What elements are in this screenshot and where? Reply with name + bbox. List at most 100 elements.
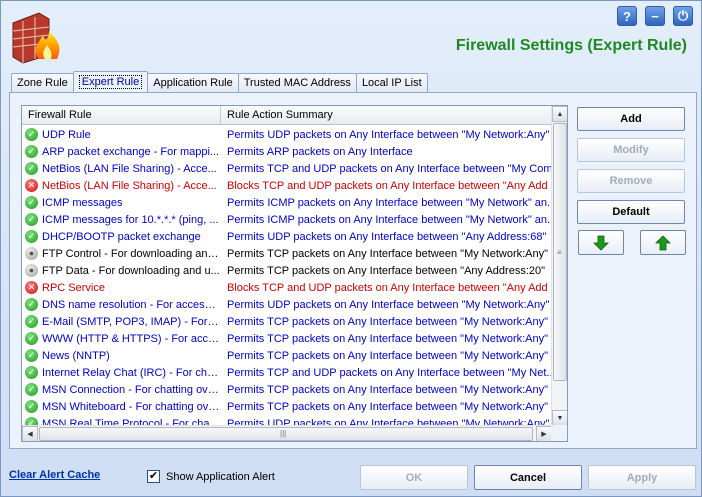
list-header: Firewall Rule Rule Action Summary bbox=[22, 106, 552, 125]
firewall-logo-icon bbox=[12, 12, 60, 64]
rule-name-cell: ✓ DHCP/BOOTP packet exchange bbox=[22, 230, 221, 243]
disabled-status-icon[interactable]: ● bbox=[25, 264, 38, 277]
table-row[interactable]: ✓ ICMP messages for 10.*.*.* (ping, ... Pe… bbox=[22, 211, 552, 228]
check-status-icon[interactable]: ✓ bbox=[25, 315, 38, 328]
table-row[interactable]: ✓ MSN Connection - For chatting ove... Per… bbox=[22, 381, 552, 398]
rule-summary-cell: Permits ICMP packets on Any Interface be… bbox=[227, 213, 552, 226]
check-status-icon[interactable]: ✓ bbox=[25, 213, 38, 226]
column-header-rule-action-summary[interactable]: Rule Action Summary bbox=[221, 106, 552, 125]
rule-name-cell: ✓ UDP Rule bbox=[22, 128, 221, 141]
column-header-firewall-rule[interactable]: Firewall Rule bbox=[22, 106, 221, 125]
table-row[interactable]: ✓ News (NNTP) Permits TCP packets on Any I… bbox=[22, 347, 552, 364]
table-row[interactable]: ✓ DHCP/BOOTP packet exchange Permits UDP p… bbox=[22, 228, 552, 245]
scroll-up-button[interactable]: ▲ bbox=[552, 106, 567, 122]
horizontal-scroll-thumb[interactable]: ||| bbox=[39, 427, 533, 441]
check-status-icon[interactable]: ✓ bbox=[25, 128, 38, 141]
add-button[interactable]: Add bbox=[577, 107, 685, 131]
clear-alert-cache-link[interactable]: Clear Alert Cache bbox=[9, 469, 100, 481]
rule-summary-cell: Blocks TCP and UDP packets on Any Interf… bbox=[227, 179, 548, 192]
rule-summary-cell: Permits TCP packets on Any Interface bet… bbox=[227, 400, 549, 413]
minimize-button[interactable]: − bbox=[645, 6, 665, 26]
rule-summary-cell: Permits TCP packets on Any Interface bet… bbox=[227, 383, 549, 396]
table-row[interactable]: ✓ DNS name resolution - For accessi... Per… bbox=[22, 296, 552, 313]
show-application-alert-option[interactable]: ✔ Show Application Alert bbox=[147, 470, 275, 483]
tab-trusted-mac-address[interactable]: Trusted MAC Address bbox=[237, 73, 357, 92]
rule-summary-cell: Permits ICMP packets on Any Interface be… bbox=[227, 196, 552, 209]
disabled-status-icon[interactable]: ● bbox=[25, 247, 38, 260]
horizontal-scrollbar[interactable]: ◀ ||| ▶ bbox=[22, 425, 552, 441]
rule-name-cell: ✓ DNS name resolution - For accessi... bbox=[22, 298, 221, 311]
check-status-icon[interactable]: ✓ bbox=[25, 332, 38, 345]
modify-button[interactable]: Modify bbox=[577, 138, 685, 162]
rule-name-cell: ✓ MSN Connection - For chatting ove... bbox=[22, 383, 221, 396]
rule-name-cell: ✓ E-Mail (SMTP, POP3, IMAP) - For se... bbox=[22, 315, 221, 328]
table-row[interactable]: ✕ NetBios (LAN File Sharing) - Acce... Blo… bbox=[22, 177, 552, 194]
help-button[interactable]: ? bbox=[617, 6, 637, 26]
apply-button[interactable]: Apply bbox=[588, 465, 696, 490]
rule-name-cell: ● FTP Control - For downloading and... bbox=[22, 247, 221, 260]
rule-rows: ✓ UDP Rule Permits UDP packets on Any Inte… bbox=[22, 126, 552, 426]
rule-summary-cell: Permits TCP and UDP packets on Any Inter… bbox=[227, 162, 552, 175]
rule-name-cell: ✓ ICMP messages bbox=[22, 196, 221, 209]
table-row[interactable]: ✓ NetBios (LAN File Sharing) - Acce... Per… bbox=[22, 160, 552, 177]
check-status-icon[interactable]: ✓ bbox=[25, 162, 38, 175]
cancel-button[interactable]: Cancel bbox=[474, 465, 582, 490]
arrow-down-icon bbox=[593, 235, 609, 251]
move-down-button[interactable] bbox=[578, 230, 624, 255]
default-button[interactable]: Default bbox=[577, 200, 685, 224]
rule-name-cell: ✓ MSN Whiteboard - For chatting ove... bbox=[22, 400, 221, 413]
table-row[interactable]: ● FTP Control - For downloading and... Per… bbox=[22, 245, 552, 262]
blocked-status-icon[interactable]: ✕ bbox=[25, 179, 38, 192]
remove-button[interactable]: Remove bbox=[577, 169, 685, 193]
table-row[interactable]: ✓ UDP Rule Permits UDP packets on Any Inte… bbox=[22, 126, 552, 143]
tab-application-rule[interactable]: Application Rule bbox=[147, 73, 239, 92]
table-row[interactable]: ✓ E-Mail (SMTP, POP3, IMAP) - For se... Pe… bbox=[22, 313, 552, 330]
table-row[interactable]: ● FTP Data - For downloading and u... Perm… bbox=[22, 262, 552, 279]
rule-summary-cell: Permits TCP packets on Any Interface bet… bbox=[227, 264, 546, 277]
tab-expert-rule[interactable]: Expert Rule bbox=[72, 71, 149, 92]
scroll-down-button[interactable]: ▼ bbox=[552, 410, 567, 426]
rule-name-cell: ✓ News (NNTP) bbox=[22, 349, 221, 362]
firewall-settings-window: Firewall Settings (Expert Rule) ? − ⏻ Zo… bbox=[0, 0, 702, 497]
table-row[interactable]: ✓ Internet Relay Chat (IRC) - For chat...… bbox=[22, 364, 552, 381]
check-status-icon[interactable]: ✓ bbox=[25, 230, 38, 243]
firewall-rule-list[interactable]: Firewall Rule Rule Action Summary ✓ UDP R… bbox=[21, 105, 568, 442]
check-status-icon[interactable]: ✓ bbox=[25, 400, 38, 413]
table-row[interactable]: ✓ ARP packet exchange - For mappi... Permi… bbox=[22, 143, 552, 160]
rule-summary-cell: Permits TCP packets on Any Interface bet… bbox=[227, 315, 549, 328]
rule-name-cell: ✓ ICMP messages for 10.*.*.* (ping, ... bbox=[22, 213, 221, 226]
help-icon: ? bbox=[623, 8, 631, 24]
table-row[interactable]: ✓ MSN Whiteboard - For chatting ove... Per… bbox=[22, 398, 552, 415]
check-status-icon[interactable]: ✓ bbox=[25, 298, 38, 311]
rule-summary-cell: Permits UDP packets on Any Interface bet… bbox=[227, 128, 550, 141]
table-row[interactable]: ✕ RPC Service Blocks TCP and UDP packets o… bbox=[22, 279, 552, 296]
move-up-button[interactable] bbox=[640, 230, 686, 255]
power-icon: ⏻ bbox=[677, 8, 689, 23]
window-title: Firewall Settings (Expert Rule) bbox=[455, 37, 687, 54]
check-status-icon[interactable]: ✓ bbox=[25, 366, 38, 379]
rule-summary-cell: Permits TCP packets on Any Interface bet… bbox=[227, 332, 549, 345]
table-row[interactable]: ✓ WWW (HTTP & HTTPS) - For acce... Permits… bbox=[22, 330, 552, 347]
header: Firewall Settings (Expert Rule) ? − ⏻ bbox=[1, 1, 701, 69]
check-status-icon[interactable]: ✓ bbox=[25, 349, 38, 362]
check-status-icon[interactable]: ✓ bbox=[25, 196, 38, 209]
scroll-left-button[interactable]: ◀ bbox=[22, 426, 38, 441]
tab-bar: Zone Rule Expert Rule Application Rule T… bbox=[11, 71, 428, 92]
ok-button[interactable]: OK bbox=[360, 465, 468, 490]
blocked-status-icon[interactable]: ✕ bbox=[25, 281, 38, 294]
power-button[interactable]: ⏻ bbox=[673, 6, 693, 26]
tab-local-ip-list[interactable]: Local IP List bbox=[355, 73, 428, 92]
rule-name-cell: ✓ ARP packet exchange - For mappi... bbox=[22, 145, 221, 158]
show-application-alert-label: Show Application Alert bbox=[166, 470, 275, 483]
rule-name-cell: ✕ NetBios (LAN File Sharing) - Acce... bbox=[22, 179, 221, 192]
vertical-scroll-thumb[interactable]: ≡ bbox=[553, 123, 567, 381]
check-status-icon[interactable]: ✓ bbox=[25, 145, 38, 158]
arrow-up-icon bbox=[655, 234, 671, 250]
table-row[interactable]: ✓ ICMP messages Permits ICMP packets on An… bbox=[22, 194, 552, 211]
scroll-right-button[interactable]: ▶ bbox=[536, 426, 552, 441]
rule-summary-cell: Blocks TCP and UDP packets on Any Interf… bbox=[227, 281, 548, 294]
show-application-alert-checkbox[interactable]: ✔ bbox=[147, 470, 160, 483]
tab-zone-rule[interactable]: Zone Rule bbox=[11, 73, 74, 92]
vertical-scrollbar[interactable]: ▲ ≡ ▼ bbox=[551, 106, 567, 426]
check-status-icon[interactable]: ✓ bbox=[25, 383, 38, 396]
